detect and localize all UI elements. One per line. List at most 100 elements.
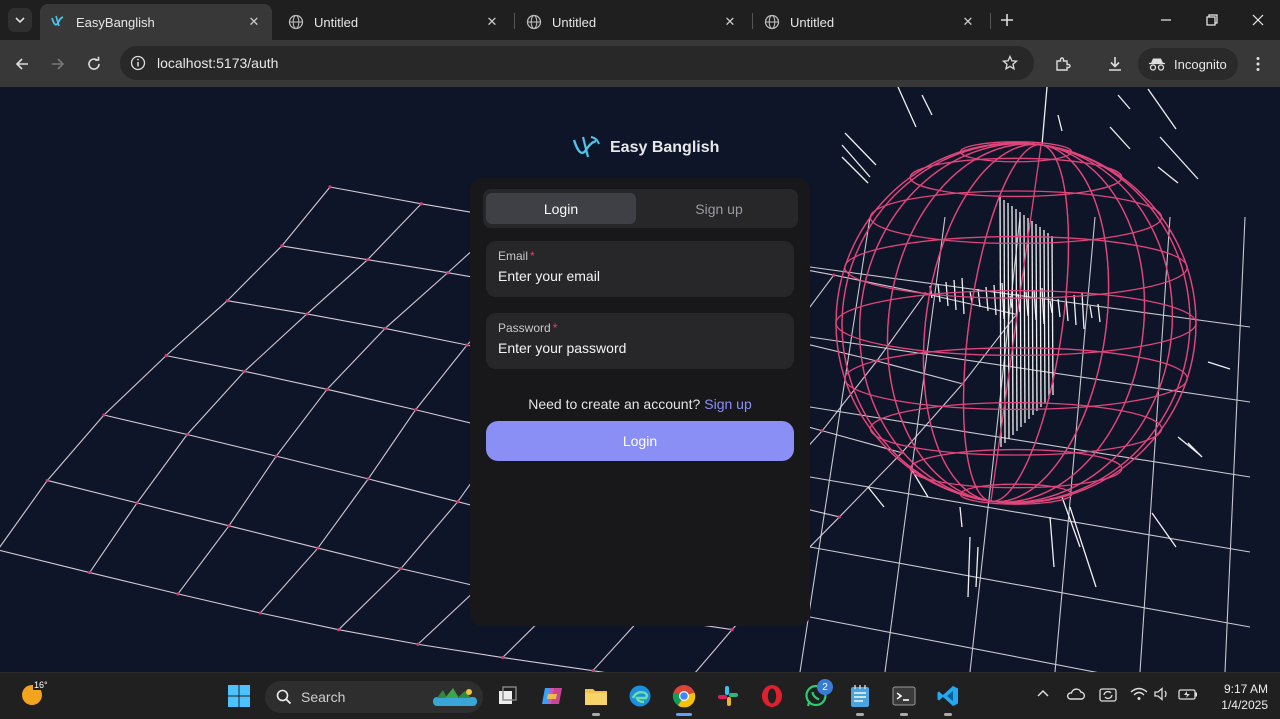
search-placeholder: Search xyxy=(301,689,346,705)
opera-button[interactable] xyxy=(759,683,785,709)
password-input[interactable]: Enter your password xyxy=(498,340,626,356)
taskbar: 16° Search 2 9:17 AM 1/4/2025 xyxy=(0,672,1280,719)
password-field[interactable]: Password * Enter your password xyxy=(486,313,794,369)
reload-button[interactable] xyxy=(80,50,108,78)
downloads-button[interactable] xyxy=(1101,50,1129,78)
more-vertical-icon xyxy=(1256,57,1260,71)
onedrive-button[interactable] xyxy=(1066,687,1086,704)
app-logo-icon xyxy=(51,15,64,27)
brand-name: Easy Banglish xyxy=(610,139,720,156)
signup-link[interactable]: Sign up xyxy=(704,396,751,412)
chevron-down-icon xyxy=(15,17,25,24)
tab-divider xyxy=(514,13,515,29)
taskbar-search[interactable]: Search xyxy=(265,681,483,713)
file-explorer-button[interactable] xyxy=(583,683,609,709)
browser-menu-button[interactable] xyxy=(1244,50,1272,78)
tab-untitled-3[interactable]: Untitled ✕ xyxy=(754,4,986,40)
download-icon xyxy=(1109,57,1121,71)
switch-prompt: Need to create an account? xyxy=(528,396,701,412)
restore-icon xyxy=(1206,14,1218,26)
tab-title: Untitled xyxy=(790,14,835,30)
incognito-indicator[interactable]: Incognito xyxy=(1138,48,1238,80)
forward-button[interactable] xyxy=(44,50,72,78)
slack-button[interactable] xyxy=(715,683,741,709)
tab-untitled-2[interactable]: Untitled ✕ xyxy=(516,4,748,40)
clock[interactable]: 9:17 AM 1/4/2025 xyxy=(1208,681,1268,713)
weather-temperature: 16° xyxy=(33,680,49,690)
minimize-button[interactable] xyxy=(1143,0,1189,40)
auth-card: Login Sign up Email * Enter your email Pa… xyxy=(470,178,810,626)
email-label: Email * xyxy=(498,249,535,263)
sync-button[interactable] xyxy=(1098,687,1118,706)
arrow-right-icon xyxy=(52,58,65,70)
chrome-icon xyxy=(672,685,696,708)
battery-icon xyxy=(1178,689,1197,700)
new-tab-button[interactable] xyxy=(996,9,1018,31)
copilot-icon xyxy=(542,688,562,704)
tab-search-button[interactable] xyxy=(8,8,32,32)
notepad-icon xyxy=(851,685,869,707)
password-label-text: Password xyxy=(498,321,551,335)
email-input[interactable]: Enter your email xyxy=(498,268,600,284)
volume-button[interactable] xyxy=(1154,687,1170,704)
running-indicator xyxy=(944,713,952,716)
task-view-icon xyxy=(499,686,517,704)
email-field[interactable]: Email * Enter your email xyxy=(486,241,794,297)
edge-button[interactable] xyxy=(627,683,653,709)
close-icon[interactable]: ✕ xyxy=(244,12,264,32)
notepad-button[interactable] xyxy=(847,683,873,709)
wireframe-sphere xyxy=(835,141,1197,505)
close-icon[interactable]: ✕ xyxy=(482,12,502,32)
email-label-text: Email xyxy=(498,249,529,263)
login-submit-button[interactable]: Login xyxy=(486,421,794,461)
show-hidden-icons-button[interactable] xyxy=(1036,687,1050,704)
tab-title: Untitled xyxy=(552,14,597,30)
restore-button[interactable] xyxy=(1189,0,1235,40)
vscode-icon xyxy=(937,686,958,706)
tab-untitled-1[interactable]: Untitled ✕ xyxy=(278,4,510,40)
vscode-button[interactable] xyxy=(935,683,961,709)
battery-button[interactable] xyxy=(1178,687,1198,704)
tab-easybanglish[interactable]: EasyBanglish ✕ xyxy=(40,4,272,40)
close-window-button[interactable] xyxy=(1235,0,1280,40)
start-button[interactable] xyxy=(226,683,252,709)
tab-divider xyxy=(752,13,753,29)
back-button[interactable] xyxy=(8,50,36,78)
minimize-icon xyxy=(1161,19,1171,21)
task-view-button[interactable] xyxy=(494,683,520,709)
close-icon xyxy=(1252,14,1264,26)
tab-login[interactable]: Login xyxy=(486,193,636,224)
running-indicator xyxy=(592,713,600,716)
terminal-icon xyxy=(892,686,916,706)
page-viewport: Easy Banglish Login Sign up Email * Enter… xyxy=(0,87,1280,672)
particle-streaks xyxy=(841,87,1231,598)
search-highlight-icon xyxy=(433,688,477,706)
extensions-button[interactable] xyxy=(1049,50,1077,78)
url-text: localhost:5173/auth xyxy=(157,55,279,71)
password-label: Password * xyxy=(498,321,557,335)
app-logo-icon xyxy=(572,136,600,158)
wifi-icon xyxy=(1130,687,1148,700)
wifi-button[interactable] xyxy=(1130,687,1148,704)
address-bar[interactable]: localhost:5173/auth xyxy=(120,46,1034,80)
auth-tabs: Login Sign up xyxy=(483,189,798,228)
close-icon[interactable]: ✕ xyxy=(720,12,740,32)
globe-icon xyxy=(526,14,542,30)
tab-title: Untitled xyxy=(314,14,359,30)
windows-logo-icon xyxy=(228,685,250,707)
required-asterisk: * xyxy=(530,249,535,263)
cloud-icon xyxy=(1066,688,1086,700)
active-indicator xyxy=(676,713,692,716)
terminal-button[interactable] xyxy=(891,683,917,709)
site-info-icon[interactable] xyxy=(130,55,146,71)
close-icon[interactable]: ✕ xyxy=(958,12,978,32)
chrome-button[interactable] xyxy=(671,683,697,709)
reload-icon xyxy=(88,56,100,70)
clock-date: 1/4/2025 xyxy=(1221,698,1268,712)
arrow-left-icon xyxy=(15,58,28,70)
copilot-button[interactable] xyxy=(539,683,565,709)
tab-signup[interactable]: Sign up xyxy=(644,193,794,224)
slack-icon xyxy=(718,686,738,706)
chevron-up-icon xyxy=(1037,689,1049,697)
star-icon[interactable] xyxy=(1002,55,1018,71)
